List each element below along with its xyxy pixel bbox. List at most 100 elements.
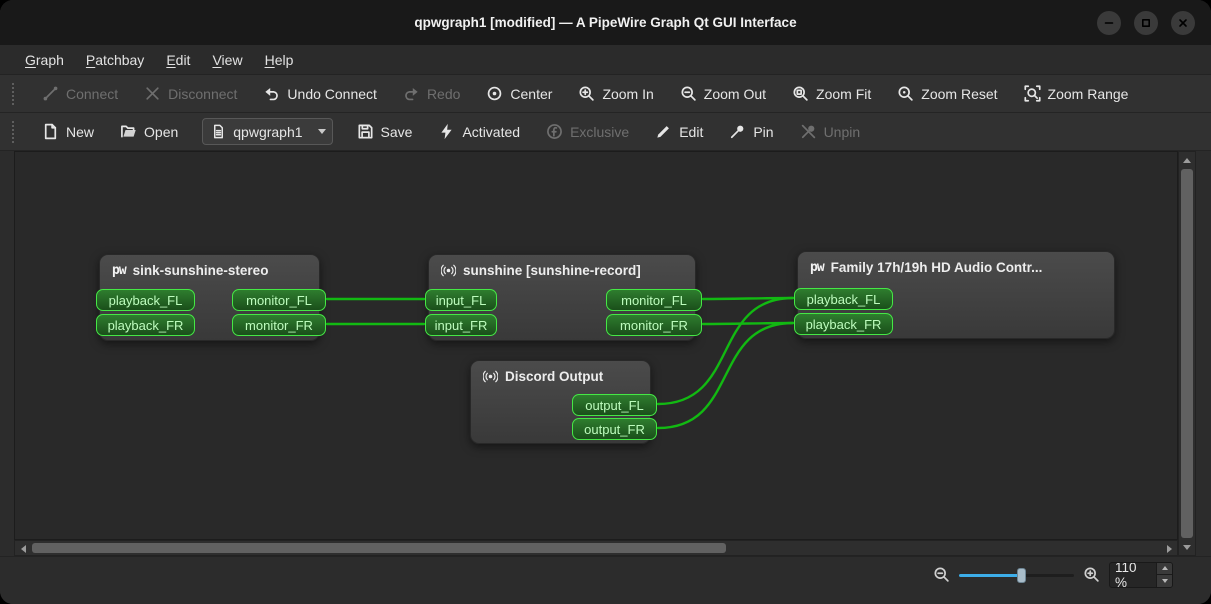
node-title-bar: sunshine [sunshine-record] (429, 255, 695, 284)
close-icon (1177, 17, 1189, 29)
exclusive-label: Exclusive (570, 124, 629, 140)
redo-label: Redo (427, 86, 460, 102)
horizontal-scrollbar-thumb[interactable] (32, 543, 726, 553)
open-button[interactable]: Open (110, 117, 188, 147)
scroll-up-button[interactable] (1179, 152, 1195, 168)
graph-canvas-area: pw sink-sunshine-stereo playback_FL play… (14, 151, 1196, 556)
new-button[interactable]: New (32, 117, 104, 147)
port-input-playback-fl[interactable]: playback_FL (96, 289, 195, 311)
node-family-hd-audio-controller[interactable]: pw Family 17h/19h HD Audio Contr... play… (797, 251, 1115, 339)
pencil-icon (655, 123, 672, 140)
open-label: Open (144, 124, 178, 140)
zoom-slider[interactable] (959, 566, 1074, 584)
zoom-slider-handle[interactable] (1017, 568, 1026, 583)
zoom-in-button[interactable]: Zoom In (568, 79, 663, 109)
node-title: Family 17h/19h HD Audio Contr... (831, 260, 1043, 275)
zoom-out-icon (680, 85, 697, 102)
connect-icon (42, 85, 59, 102)
port-input-playback-fr[interactable]: playback_FR (96, 314, 195, 336)
zoom-out-icon[interactable] (933, 566, 950, 583)
new-label: New (66, 124, 94, 140)
app-window: qpwgraph1 [modified] — A PipeWire Graph … (0, 0, 1211, 604)
connect-button[interactable]: Connect (32, 79, 128, 109)
arrow-down-icon (1183, 545, 1191, 550)
node-sink-sunshine-stereo[interactable]: pw sink-sunshine-stereo playback_FL play… (99, 254, 320, 341)
patchbay-toolbar: New Open qpwgraph1 Save (0, 113, 1211, 151)
node-sunshine-record[interactable]: sunshine [sunshine-record] input_FL inpu… (428, 254, 696, 341)
zoom-fit-label: Zoom Fit (816, 86, 871, 102)
node-discord-output[interactable]: Discord Output output_FL output_FR (470, 360, 651, 444)
vertical-scrollbar[interactable] (1178, 151, 1196, 556)
window-title: qpwgraph1 [modified] — A PipeWire Graph … (414, 15, 796, 30)
disconnect-label: Disconnect (168, 86, 237, 102)
zoom-reset-icon (897, 85, 914, 102)
toolbar-drag-handle[interactable] (12, 121, 18, 143)
menu-view-label: View (212, 52, 242, 68)
port-input-playback-fr[interactable]: playback_FR (794, 313, 893, 335)
zoom-in-label: Zoom In (602, 86, 653, 102)
menu-help[interactable]: Help (254, 45, 305, 74)
activated-toggle[interactable]: Activated (428, 117, 530, 147)
graph-canvas[interactable]: pw sink-sunshine-stereo playback_FL play… (14, 151, 1178, 540)
close-button[interactable] (1171, 11, 1195, 35)
edit-toggle[interactable]: Edit (645, 117, 713, 147)
menu-graph[interactable]: Graph (14, 45, 75, 74)
arrow-right-icon (1167, 545, 1172, 553)
port-input-input-fl[interactable]: input_FL (425, 289, 497, 311)
arrow-up-icon (1183, 158, 1191, 163)
zoom-in-icon[interactable] (1083, 566, 1100, 583)
connect-label: Connect (66, 86, 118, 102)
zoom-slider-fill (959, 574, 1021, 577)
connection-wire-monitor-fr-to-playback-fr[interactable] (703, 323, 793, 324)
port-output-output-fr[interactable]: output_FR (572, 418, 657, 440)
undo-icon (263, 85, 280, 102)
pin-label: Pin (753, 124, 773, 140)
connection-wire-monitor-fl-to-playback-fl[interactable] (703, 298, 793, 299)
zoom-step-up-button[interactable] (1157, 563, 1172, 575)
menu-patchbay[interactable]: Patchbay (75, 45, 155, 74)
port-output-monitor-fl[interactable]: monitor_FL (232, 289, 326, 311)
node-title: sunshine [sunshine-record] (463, 263, 641, 278)
horizontal-scrollbar[interactable] (14, 540, 1178, 556)
scroll-down-button[interactable] (1179, 539, 1195, 555)
zoom-spinbox[interactable]: 110 % (1109, 562, 1173, 588)
zoom-fit-button[interactable]: Zoom Fit (782, 79, 881, 109)
patchbay-file-icon (211, 124, 226, 139)
patchbay-selector-value: qpwgraph1 (233, 124, 302, 140)
zoom-range-button[interactable]: Zoom Range (1014, 79, 1139, 109)
zoom-spinbox-value[interactable]: 110 % (1110, 563, 1156, 587)
toolbar-drag-handle[interactable] (12, 83, 18, 105)
exclusive-icon (546, 123, 563, 140)
pipewire-icon: pw (810, 260, 824, 275)
vertical-scrollbar-thumb[interactable] (1181, 169, 1193, 538)
undo-connect-button[interactable]: Undo Connect (253, 79, 387, 109)
undo-connect-label: Undo Connect (287, 86, 377, 102)
port-output-monitor-fl[interactable]: monitor_FL (606, 289, 702, 311)
activated-label: Activated (462, 124, 520, 140)
port-input-input-fr[interactable]: input_FR (425, 314, 497, 336)
scroll-right-button[interactable] (1161, 541, 1177, 557)
zoom-step-down-button[interactable] (1157, 574, 1172, 587)
zoom-reset-button[interactable]: Zoom Reset (887, 79, 1007, 109)
minimize-button[interactable] (1097, 11, 1121, 35)
menu-edit[interactable]: Edit (155, 45, 201, 74)
exclusive-toggle[interactable]: Exclusive (536, 117, 639, 147)
pin-button[interactable]: Pin (719, 117, 783, 147)
port-input-playback-fl[interactable]: playback_FL (794, 288, 893, 310)
patchbay-selector-combobox[interactable]: qpwgraph1 (202, 118, 332, 145)
maximize-button[interactable] (1134, 11, 1158, 35)
menu-view[interactable]: View (201, 45, 253, 74)
save-button[interactable]: Save (347, 117, 423, 147)
disconnect-button[interactable]: Disconnect (134, 79, 247, 109)
zoom-out-button[interactable]: Zoom Out (670, 79, 776, 109)
scroll-left-button[interactable] (15, 541, 31, 557)
center-button[interactable]: Center (476, 79, 562, 109)
title-bar[interactable]: qpwgraph1 [modified] — A PipeWire Graph … (0, 0, 1211, 45)
redo-button[interactable]: Redo (393, 79, 470, 109)
disconnect-icon (144, 85, 161, 102)
port-output-monitor-fr[interactable]: monitor_FR (606, 314, 702, 336)
arrow-down-icon (1162, 579, 1168, 583)
port-output-output-fl[interactable]: output_FL (572, 394, 657, 416)
port-output-monitor-fr[interactable]: monitor_FR (232, 314, 326, 336)
unpin-button[interactable]: Unpin (790, 117, 871, 147)
